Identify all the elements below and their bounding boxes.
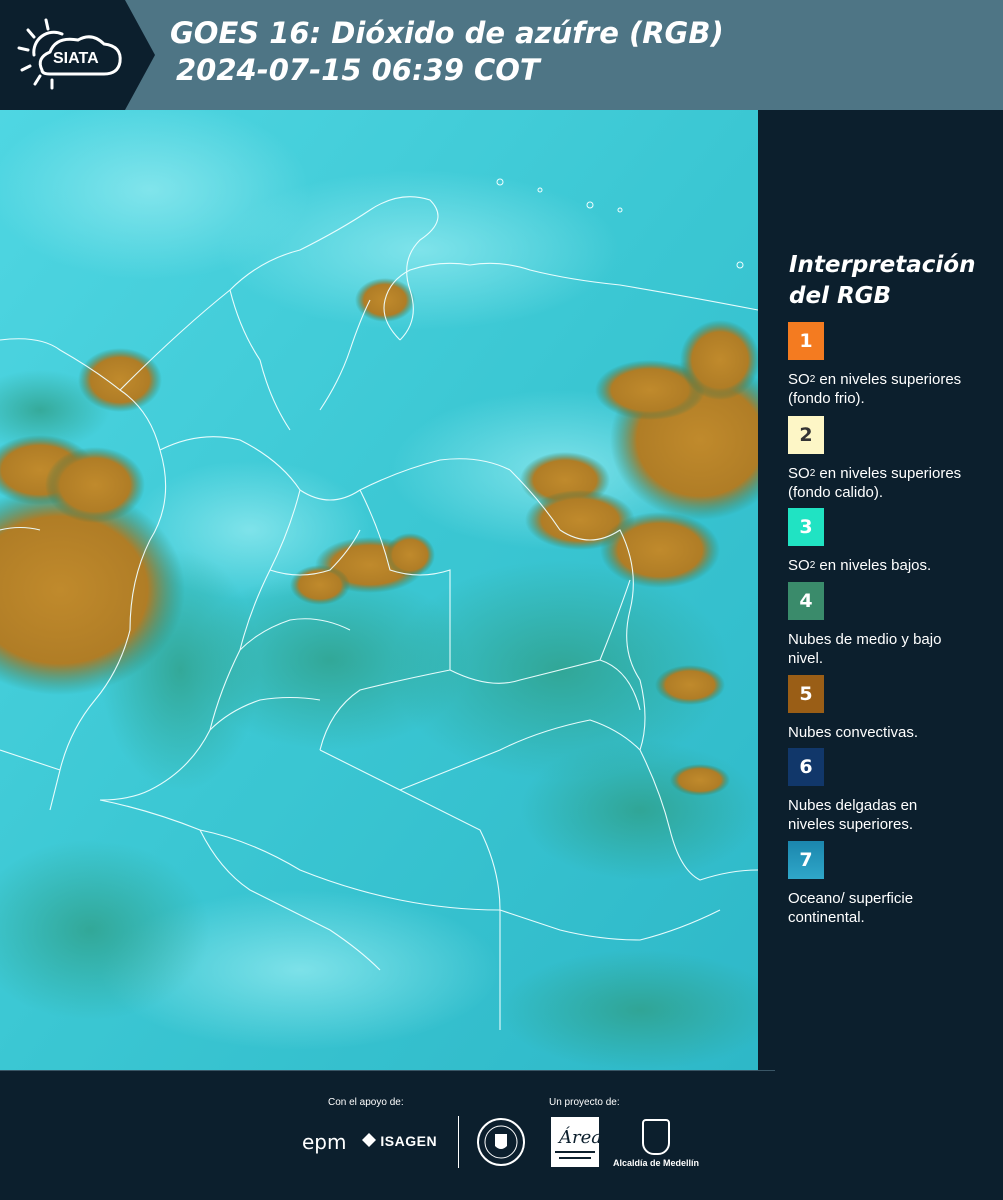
legend-label-7: Oceano/ superficie continental. — [788, 890, 914, 926]
legend-swatch-4: 4 — [788, 582, 824, 620]
legend-label-4: Nubes de medio y bajo nivel. — [788, 631, 942, 667]
siata-logo: SIATA — [0, 0, 155, 110]
project-label: Un proyecto de: — [549, 1097, 620, 1108]
medellin-seal-icon — [477, 1118, 525, 1166]
legend-item-6: 6 Nubes delgadas en niveles superiores. — [788, 748, 988, 834]
legend-swatch-5: 5 — [788, 675, 824, 713]
legend-swatch-2: 2 — [788, 416, 824, 454]
legend-label-1: SO2 en niveles superiores (fondo frio). — [788, 371, 962, 407]
alcaldia-emblem-icon — [642, 1119, 670, 1155]
footer-separator — [458, 1116, 459, 1168]
timestamp: 2024-07-15 06:39 COT — [176, 53, 540, 87]
legend-label-2: SO2 en niveles superiores (fondo calido)… — [788, 465, 962, 501]
page-title: GOES 16: Dióxido de azúfre (RGB) — [170, 16, 724, 50]
support-label: Con el apoyo de: — [328, 1097, 404, 1108]
legend-title: Interpretación del RGB — [789, 252, 976, 309]
legend-swatch-6: 6 — [788, 748, 824, 786]
footer-divider-line — [0, 1070, 775, 1071]
legend-item-4: 4 Nubes de medio y bajo nivel. — [788, 582, 988, 668]
legend-item-1: 1 SO2 en niveles superiores (fondo frio)… — [788, 322, 988, 408]
isagen-icon — [362, 1133, 376, 1147]
isagen-logo: ISAGEN — [362, 1133, 437, 1149]
legend-panel: Interpretación del RGB 1 SO2 en niveles … — [760, 110, 1003, 1070]
legend-swatch-7: 7 — [788, 841, 824, 879]
legend-label-3: SO2 en niveles bajos. — [788, 557, 932, 574]
legend-label-6: Nubes delgadas en niveles superiores. — [788, 797, 918, 833]
legend-item-2: 2 SO2 en niveles superiores (fondo calid… — [788, 416, 988, 502]
svg-text:Área: Área — [557, 1125, 599, 1148]
isagen-text: ISAGEN — [380, 1133, 438, 1149]
satellite-map — [0, 110, 758, 1070]
legend-item-3: 3 SO2 en niveles bajos. — [788, 508, 988, 575]
legend-item-5: 5 Nubes convectivas. — [788, 675, 988, 742]
area-metropolitana-logo: Área — [551, 1117, 602, 1167]
header-bar: SIATA GOES 16: Dióxido de azúfre (RGB) 2… — [0, 0, 1003, 110]
legend-item-7: 7 Oceano/ superficie continental. — [788, 841, 988, 927]
legend-swatch-3: 3 — [788, 508, 824, 546]
epm-logo: epm — [302, 1130, 347, 1154]
alcaldia-label: Alcaldía de Medellín — [613, 1158, 700, 1168]
footer: Con el apoyo de: Un proyecto de: epm ISA… — [0, 1070, 1003, 1200]
siata-logo-text: SIATA — [53, 50, 99, 67]
legend-swatch-1: 1 — [788, 322, 824, 360]
legend-label-5: Nubes convectivas. — [788, 724, 919, 741]
